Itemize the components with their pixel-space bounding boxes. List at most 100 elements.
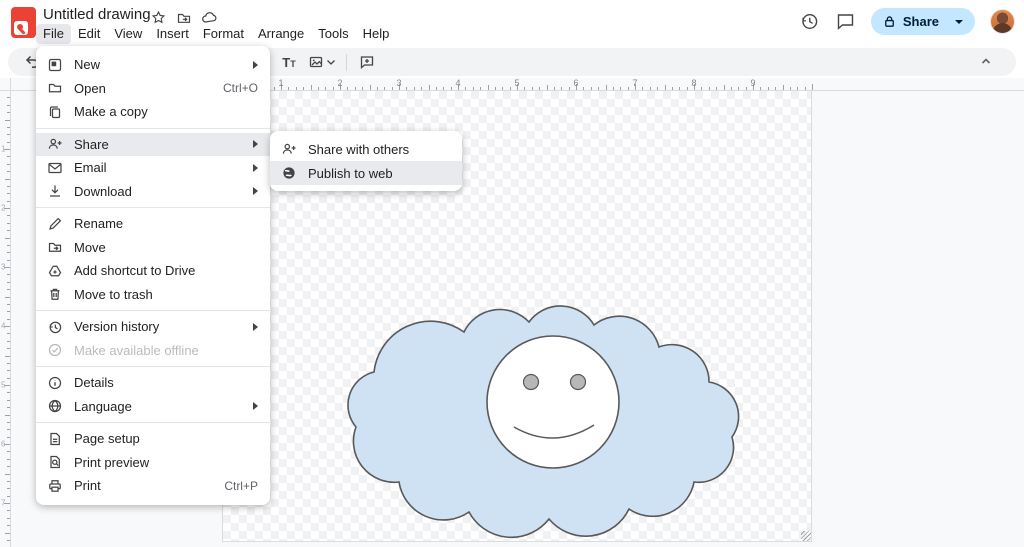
folder-move-icon	[47, 239, 63, 255]
menu-item-details[interactable]: Details	[36, 371, 270, 395]
ruler-tick	[451, 87, 452, 90]
insert-comment-button[interactable]	[358, 53, 376, 71]
menu-item-label: Page setup	[74, 431, 258, 446]
smiley-cloud-drawing[interactable]	[344, 287, 749, 539]
menu-item-page-setup[interactable]: Page setup	[36, 427, 270, 451]
menu-item-print[interactable]: PrintCtrl+P	[36, 474, 270, 498]
menubar-item-tools[interactable]: Tools	[311, 24, 355, 44]
menu-item-add-shortcut-to-drive[interactable]: Add shortcut to Drive	[36, 259, 270, 283]
menu-item-label: Download	[74, 184, 253, 199]
menu-item-move[interactable]: Move	[36, 236, 270, 260]
ruler-tick	[805, 87, 806, 90]
ruler-tick	[333, 87, 334, 90]
ruler-tick	[7, 156, 10, 157]
ruler-tick	[7, 437, 10, 438]
image-dropdown-caret-icon	[327, 60, 335, 65]
menu-item-print-preview[interactable]: Print preview	[36, 451, 270, 475]
menu-item-shortcut: Ctrl+O	[223, 81, 258, 95]
menu-item-version-history[interactable]: Version history	[36, 315, 270, 339]
ruler-tick	[783, 85, 784, 90]
pencil-icon	[47, 216, 63, 232]
ruler-tick	[650, 87, 651, 90]
menu-item-share-with-others[interactable]: Share with others	[270, 137, 462, 161]
menu-item-label: Publish to web	[308, 166, 450, 181]
collapse-toolbar-button[interactable]	[978, 53, 996, 71]
menu-item-email[interactable]: Email	[36, 156, 270, 180]
menu-item-publish-to-web[interactable]: Publish to web	[270, 161, 462, 185]
menu-bar: FileEditViewInsertFormatArrangeToolsHelp	[36, 24, 396, 44]
ruler-tick	[5, 474, 10, 475]
ruler-tick	[7, 201, 10, 202]
ruler-tick	[620, 87, 621, 90]
version-history-button[interactable]	[799, 11, 820, 32]
menu-item-download[interactable]: Download	[36, 180, 270, 204]
ruler-number: 3	[1, 263, 5, 272]
ruler-tick	[5, 415, 10, 416]
offline-check-icon	[47, 342, 63, 358]
page-resize-handle[interactable]	[801, 531, 811, 541]
menubar-item-insert[interactable]: Insert	[149, 24, 196, 44]
menu-item-label: New	[74, 57, 253, 72]
ruler-tick	[5, 179, 10, 180]
ruler-tick	[665, 85, 666, 90]
menubar-item-view[interactable]: View	[107, 24, 149, 44]
ruler-tick	[554, 87, 555, 90]
menubar-item-file[interactable]: File	[36, 24, 71, 44]
lock-icon	[882, 14, 897, 29]
history-icon	[47, 319, 63, 335]
cloud-right-eye[interactable]	[571, 375, 586, 390]
menu-item-open[interactable]: OpenCtrl+O	[36, 77, 270, 101]
ruler-number: 5	[1, 381, 5, 390]
google-drawings-logo[interactable]	[11, 7, 36, 38]
ruler-tick	[392, 87, 393, 90]
ruler-tick	[7, 112, 10, 113]
share-button[interactable]: Share	[871, 8, 975, 35]
ruler-tick	[7, 429, 10, 430]
menu-item-move-to-trash[interactable]: Move to trash	[36, 283, 270, 307]
open-comments-button[interactable]	[835, 11, 856, 32]
menubar-item-edit[interactable]: Edit	[71, 24, 107, 44]
menu-item-share[interactable]: Share	[36, 133, 270, 157]
vertical-ruler: 1234567	[0, 78, 11, 547]
ruler-tick	[7, 215, 10, 216]
ruler-tick	[738, 87, 739, 90]
insert-image-button[interactable]	[307, 53, 335, 71]
menu-item-rename[interactable]: Rename	[36, 212, 270, 236]
menu-item-make-available-offline[interactable]: Make available offline	[36, 339, 270, 363]
download-icon	[47, 183, 63, 199]
ruler-tick	[524, 87, 525, 90]
ruler-tick	[7, 496, 10, 497]
user-avatar[interactable]	[990, 9, 1015, 34]
menu-item-language[interactable]: Language	[36, 395, 270, 419]
drawings-logo-glyph	[14, 21, 28, 35]
ruler-tick	[7, 488, 10, 489]
ruler-tick	[7, 400, 10, 401]
ruler-tick	[414, 87, 415, 90]
menu-item-label: Open	[74, 81, 223, 96]
menubar-item-format[interactable]: Format	[196, 24, 251, 44]
menubar-item-arrange[interactable]: Arrange	[251, 24, 311, 44]
ruler-tick	[547, 85, 548, 90]
ruler-tick	[7, 134, 10, 135]
folder-open-icon	[47, 80, 63, 96]
collapse-toolbar-icon	[978, 53, 994, 69]
insert-comment-icon	[359, 54, 375, 70]
cloud-face[interactable]	[487, 336, 619, 468]
google-drawings-window: 123456789 1234567 ‹ TT	[0, 0, 1024, 547]
menu-item-make-a-copy[interactable]: Make a copy	[36, 100, 270, 124]
cloud-left-eye[interactable]	[524, 375, 539, 390]
drive-add-icon	[47, 263, 63, 279]
text-box-button[interactable]: TT	[280, 53, 298, 71]
document-title[interactable]: Untitled drawing	[43, 6, 151, 23]
ruler-tick	[7, 274, 10, 275]
copy-icon	[47, 104, 63, 120]
submenu-arrow-icon	[253, 61, 258, 69]
ruler-tick	[7, 319, 10, 320]
submenu-arrow-icon	[253, 187, 258, 195]
menu-item-new[interactable]: New	[36, 53, 270, 77]
share-dropdown-caret-icon[interactable]	[955, 20, 963, 24]
submenu-arrow-icon	[253, 323, 258, 331]
ruler-tick	[7, 252, 10, 253]
submenu-arrow-icon	[253, 402, 258, 410]
menubar-item-help[interactable]: Help	[356, 24, 397, 44]
